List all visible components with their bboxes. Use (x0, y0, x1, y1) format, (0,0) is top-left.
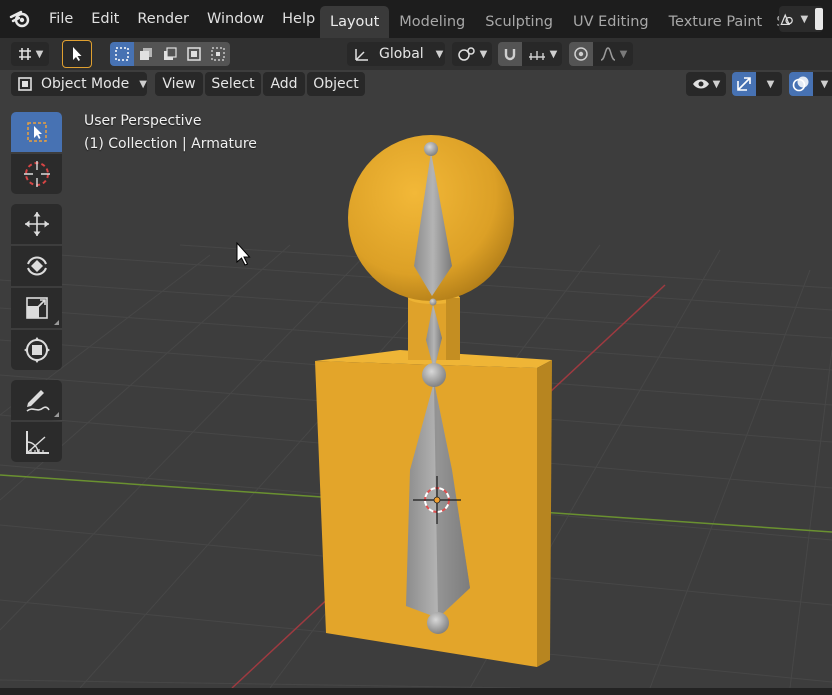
select-invert-icon (187, 47, 201, 61)
tab-texture-paint[interactable]: Texture Paint (659, 6, 773, 38)
menu-view[interactable]: View (155, 72, 203, 96)
rotate-icon (26, 256, 47, 276)
eye-icon (692, 79, 709, 89)
pointer-icon (73, 47, 82, 61)
overlays-icon (792, 76, 809, 92)
pivot-point-dropdown[interactable]: ▼ (11, 42, 49, 66)
gizmo-icon (737, 77, 751, 91)
menu-edit[interactable]: Edit (82, 6, 128, 32)
select-extend-icon (140, 48, 152, 60)
visibility-dropdown[interactable]: ▼ (686, 72, 726, 96)
tab-uv-editing[interactable]: UV Editing (563, 6, 659, 38)
menu-add[interactable]: Add (263, 72, 305, 96)
tool-transform[interactable] (11, 330, 62, 370)
measure-icon (25, 431, 49, 454)
tool-move[interactable] (11, 204, 62, 244)
scene-selector-button[interactable]: ▼ (779, 6, 823, 32)
select-box-icon (26, 122, 47, 142)
top-menu-bar: File Edit Render Window Help Layout Mode… (0, 0, 832, 38)
move-icon (24, 212, 49, 236)
falloff-dropdown[interactable]: ▼ (593, 42, 633, 66)
viewport-collection-label: (1) Collection | Armature (84, 136, 257, 152)
menu-file[interactable]: File (40, 6, 82, 32)
object-mode-icon (18, 77, 32, 91)
tab-layout[interactable]: Layout (320, 6, 390, 38)
select-new-icon (115, 47, 129, 61)
snap-target-dropdown[interactable]: ▼ (522, 42, 562, 66)
status-bar-edge (0, 688, 832, 695)
chevron-down-icon: ▼ (139, 78, 147, 90)
object-mode-label: Object Mode (41, 76, 130, 92)
chevron-down-icon: ▼ (35, 48, 44, 60)
chevron-down-icon: ▼ (549, 48, 558, 60)
chevron-down-icon: ▼ (479, 48, 488, 60)
menu-window[interactable]: Window (198, 6, 273, 32)
3d-viewport[interactable]: User Perspective (1) Collection | Armatu… (0, 70, 832, 688)
tool-cursor[interactable] (11, 154, 62, 194)
link-pivot-icon (457, 47, 475, 61)
mode-intersect-button[interactable] (206, 42, 230, 66)
menu-select[interactable]: Select (205, 72, 261, 96)
select-subtract-icon (164, 47, 177, 60)
viewport-header: Object Mode ▼ View Select Add Object ▼ ▼… (0, 70, 832, 100)
menu-object[interactable]: Object (307, 72, 365, 96)
select-intersect-icon (211, 47, 225, 61)
tool-select-box[interactable] (11, 112, 62, 152)
origin-dot (433, 496, 441, 504)
snap-toggle[interactable] (498, 42, 522, 66)
tool-measure[interactable] (11, 422, 62, 462)
object-mode-dropdown[interactable]: Object Mode ▼ (11, 72, 147, 96)
tool-rotate[interactable] (11, 246, 62, 286)
chevron-down-icon: ▼ (800, 13, 809, 25)
tool-scale[interactable] (11, 288, 62, 328)
chevron-down-icon: ▼ (619, 48, 628, 60)
tab-modeling[interactable]: Modeling (389, 6, 475, 38)
pivot-dropdown[interactable]: ▼ (452, 42, 492, 66)
gizmo-toggle[interactable] (732, 72, 756, 96)
scale-icon (25, 297, 48, 319)
mode-extend-button[interactable] (134, 42, 158, 66)
overlays-dropdown[interactable]: ▼ (813, 72, 832, 96)
magnet-icon (504, 49, 516, 61)
annotate-icon (25, 390, 50, 412)
menu-render[interactable]: Render (128, 6, 198, 32)
pivot-icon (18, 48, 31, 60)
gizmo-dropdown[interactable]: ▼ (756, 72, 782, 96)
scene-icon (780, 13, 793, 26)
chevron-down-icon: ▼ (435, 48, 444, 60)
blender-logo-icon[interactable] (0, 9, 40, 29)
mouse-pointer-icon (236, 241, 251, 266)
mode-invert-button[interactable] (182, 42, 206, 66)
proportional-edit-icon (574, 47, 588, 61)
chevron-down-icon: ▼ (820, 78, 829, 90)
tool-annotate[interactable] (11, 380, 62, 420)
select-tool-button[interactable] (62, 40, 92, 68)
falloff-curve-icon (600, 47, 615, 61)
orientation-icon (355, 49, 368, 61)
workspace-tabs: Layout Modeling Sculpting UV Editing Tex… (320, 6, 789, 38)
viewport-perspective-label: User Perspective (84, 113, 202, 129)
scene-render (0, 135, 832, 688)
chevron-down-icon: ▼ (766, 78, 775, 90)
tool-header: ▼ Global ▼ ▼ ▼ ▼ (0, 38, 832, 70)
overlays-toggle[interactable] (789, 72, 813, 96)
transform-orientation-dropdown[interactable]: Global ▼ (347, 42, 445, 66)
tab-sculpting[interactable]: Sculpting (475, 6, 563, 38)
snap-increment-icon (528, 51, 545, 60)
mode-subtract-button[interactable] (158, 42, 182, 66)
menu-help[interactable]: Help (273, 6, 324, 32)
transform-icon (23, 337, 50, 363)
chevron-down-icon: ▼ (712, 78, 721, 90)
proportional-edit-toggle[interactable] (569, 42, 593, 66)
transform-orientation-label: Global (379, 46, 424, 62)
mode-new-button[interactable] (110, 42, 134, 66)
cursor-icon (23, 161, 50, 187)
